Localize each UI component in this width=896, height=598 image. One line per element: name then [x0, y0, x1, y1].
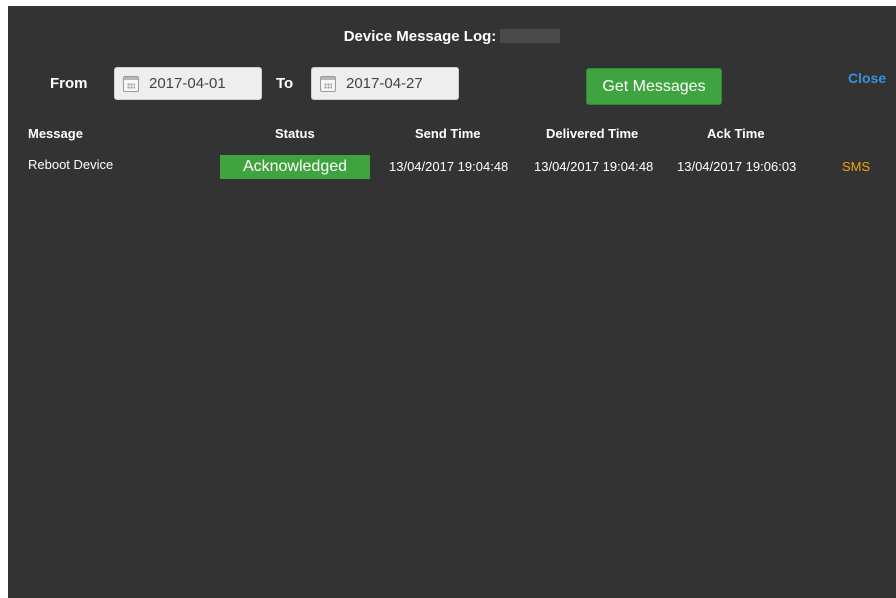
redacted-device-id	[500, 29, 561, 43]
calendar-icon	[123, 75, 139, 92]
from-date-field[interactable]: 2017-04-01	[114, 67, 262, 100]
status-badge: Acknowledged	[220, 155, 370, 179]
to-date-value: 2017-04-27	[346, 75, 423, 92]
send-time-cell: 13/04/2017 19:04:48	[389, 159, 509, 174]
message-log-dialog: Device Message Log: From 2017-04-01 To 2…	[8, 6, 896, 598]
column-header-status: Status	[275, 126, 315, 141]
message-cell: Reboot Device	[28, 157, 114, 172]
delivered-time-cell: 13/04/2017 19:04:48	[534, 159, 654, 174]
get-messages-button[interactable]: Get Messages	[586, 68, 722, 105]
from-label: From	[50, 75, 88, 92]
dialog-title: Device Message Log:	[8, 28, 896, 45]
channel-sms-link[interactable]: SMS	[842, 159, 870, 174]
to-label: To	[276, 75, 294, 92]
ack-time-cell: 13/04/2017 19:06:03	[677, 159, 797, 174]
column-header-message: Message	[28, 126, 83, 141]
column-header-delivered-time: Delivered Time	[546, 126, 639, 141]
to-date-field[interactable]: 2017-04-27	[311, 67, 459, 100]
close-link[interactable]: Close	[848, 70, 886, 86]
calendar-icon	[320, 75, 336, 92]
column-header-ack-time: Ack Time	[707, 126, 765, 141]
from-date-value: 2017-04-01	[149, 75, 226, 92]
column-header-send-time: Send Time	[415, 126, 481, 141]
dialog-title-text: Device Message Log:	[343, 28, 497, 45]
